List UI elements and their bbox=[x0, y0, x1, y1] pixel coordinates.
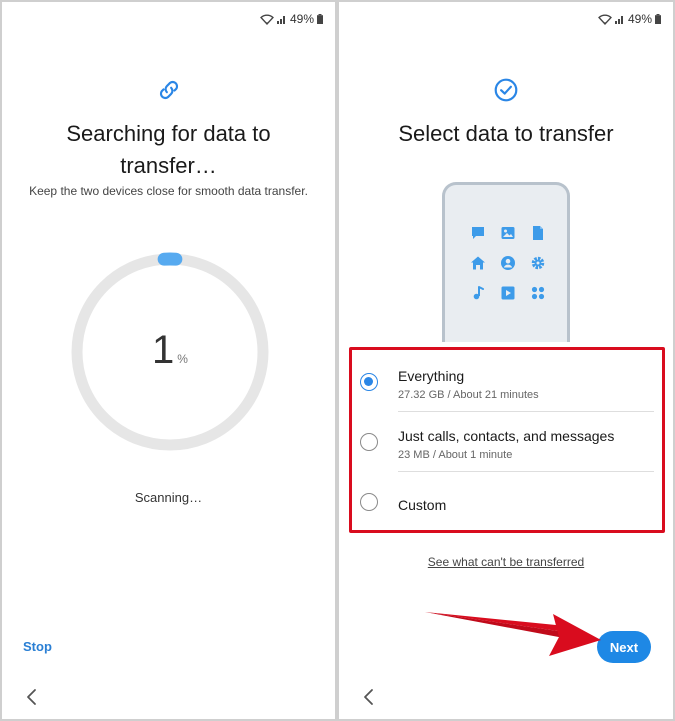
option-calls-contacts-messages[interactable]: Just calls, contacts, and messages 23 MB… bbox=[352, 412, 662, 472]
document-icon bbox=[530, 225, 546, 241]
status-bar: 49% bbox=[260, 12, 323, 26]
back-chevron-icon[interactable] bbox=[361, 688, 377, 706]
page-title: Select data to transfer bbox=[398, 121, 614, 146]
stop-button[interactable]: Stop bbox=[23, 639, 52, 654]
music-icon bbox=[470, 285, 486, 301]
battery-icon bbox=[317, 14, 323, 24]
see-untransferable-link[interactable]: See what can't be transferred bbox=[339, 555, 673, 569]
option-title: Just calls, contacts, and messages bbox=[398, 428, 615, 444]
status-bar: 49% bbox=[598, 12, 661, 26]
data-options-group: Everything 27.32 GB / About 21 minutes J… bbox=[349, 347, 665, 533]
settings-icon bbox=[530, 255, 546, 271]
progress-value: 1% bbox=[68, 328, 272, 373]
annotation-arrow-icon bbox=[425, 612, 601, 656]
option-detail: 27.32 GB / About 21 minutes bbox=[398, 389, 539, 401]
phone-illustration bbox=[442, 182, 570, 342]
option-custom[interactable]: Custom bbox=[352, 472, 662, 532]
back-chevron-icon[interactable] bbox=[24, 688, 40, 706]
scanning-status: Scanning… bbox=[134, 490, 203, 505]
wifi-icon bbox=[260, 14, 274, 25]
progress-unit: % bbox=[177, 352, 188, 366]
next-button[interactable]: Next bbox=[597, 631, 651, 663]
radio-everything[interactable] bbox=[360, 373, 378, 391]
page-subtitle: Keep the two devices close for smooth da… bbox=[29, 184, 308, 198]
battery-icon bbox=[655, 14, 661, 24]
home-icon bbox=[470, 255, 486, 271]
chat-icon bbox=[470, 225, 486, 241]
option-title: Custom bbox=[398, 497, 447, 513]
battery-percent: 49% bbox=[627, 12, 652, 26]
link-icon bbox=[159, 80, 178, 100]
check-circle-icon bbox=[494, 78, 518, 102]
progress-number: 1 bbox=[152, 328, 175, 372]
radio-calls-contacts-messages[interactable] bbox=[360, 433, 378, 451]
battery-percent: 49% bbox=[289, 12, 314, 26]
image-icon bbox=[500, 225, 516, 241]
signal-icon bbox=[276, 16, 285, 24]
searching-screen: 49% Searching for data to transfer… Keep… bbox=[2, 2, 335, 719]
wifi-icon bbox=[598, 14, 612, 25]
page-title: Searching for data to transfer… bbox=[66, 121, 271, 178]
signal-icon bbox=[614, 16, 623, 24]
progress-ring: 1% bbox=[68, 250, 272, 454]
option-everything[interactable]: Everything 27.32 GB / About 21 minutes bbox=[352, 352, 662, 412]
apps-icon bbox=[530, 285, 546, 301]
option-detail: 23 MB / About 1 minute bbox=[398, 449, 513, 461]
option-title: Everything bbox=[398, 368, 465, 384]
video-icon bbox=[500, 285, 516, 301]
radio-custom[interactable] bbox=[360, 493, 378, 511]
contact-icon bbox=[500, 255, 516, 271]
